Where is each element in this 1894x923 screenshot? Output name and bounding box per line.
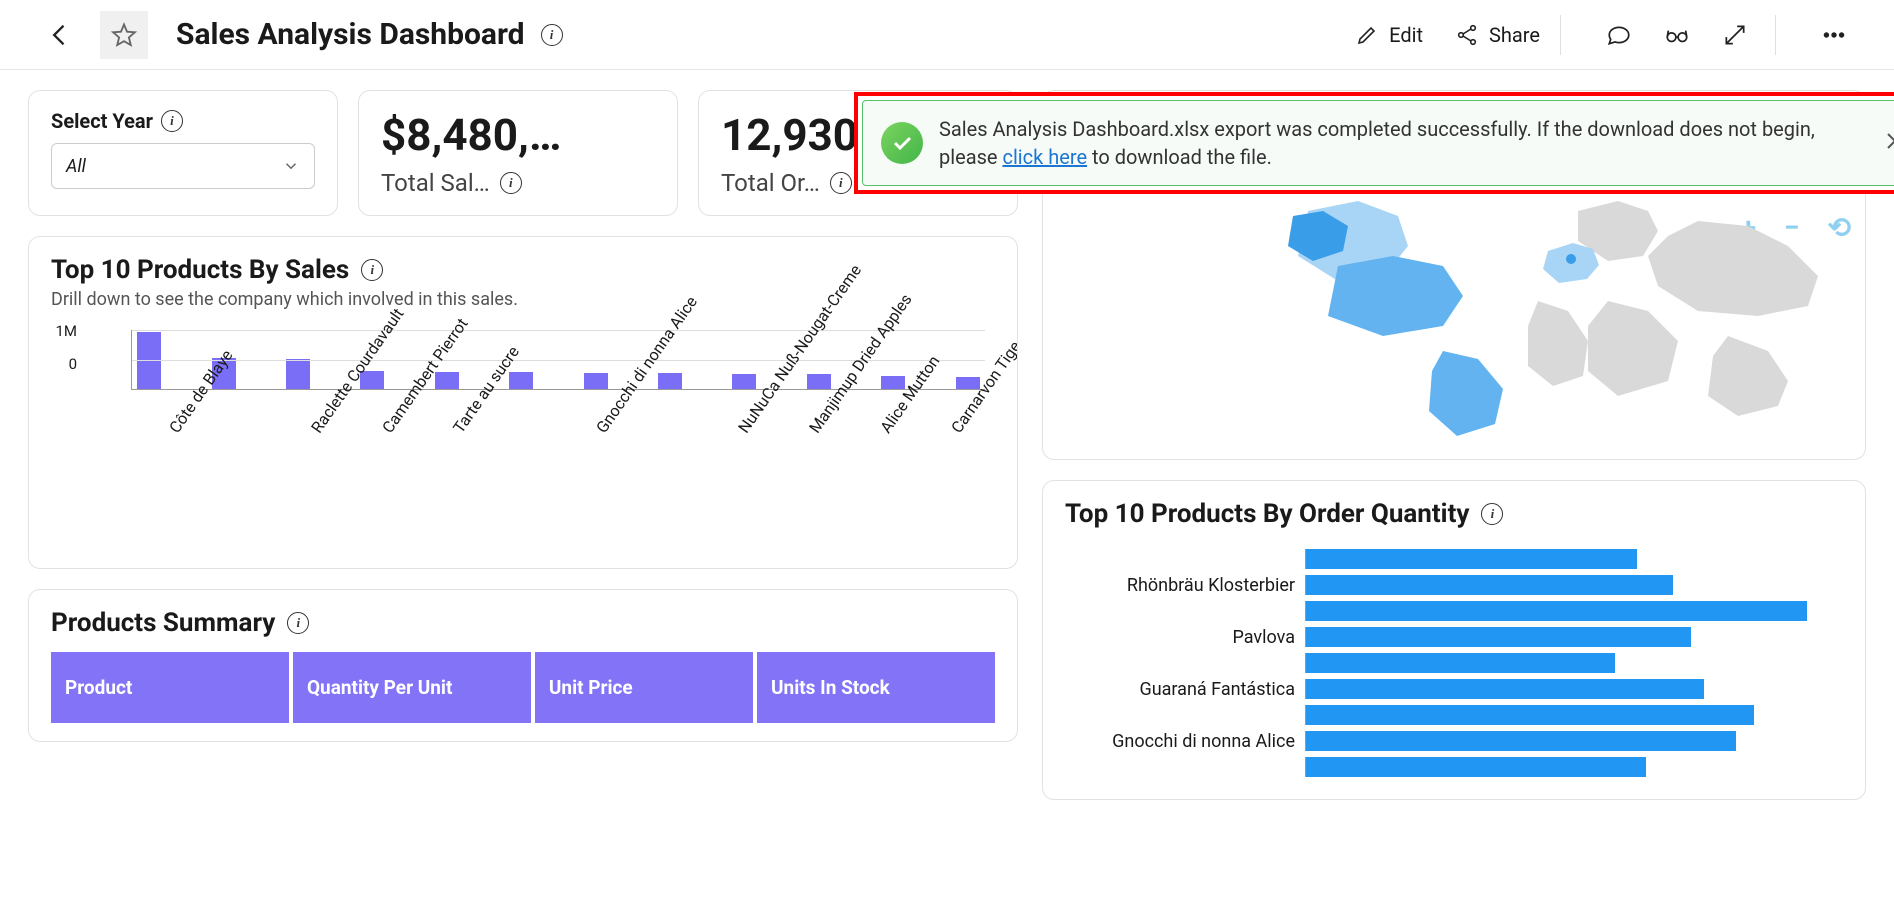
hbar[interactable]	[1306, 757, 1646, 777]
card-title: Top 10 Products By Sales	[51, 255, 349, 285]
xlabel: NuNuCa Nuß-Nougat-Creme	[734, 406, 763, 437]
xlabel: Côte de Blaye	[165, 406, 194, 437]
comment-button[interactable]	[1599, 15, 1639, 55]
info-icon[interactable]: i	[287, 612, 309, 634]
bar[interactable]	[286, 359, 310, 389]
card-subtitle: Drill down to see the company which invo…	[51, 289, 995, 310]
xlabel: Camembert Pierrot	[378, 406, 407, 437]
info-icon[interactable]: i	[541, 24, 563, 46]
success-icon	[881, 122, 923, 164]
hbar[interactable]	[1306, 601, 1807, 621]
xlabel: Alice Mutton	[876, 406, 905, 437]
info-icon[interactable]: i	[500, 172, 522, 194]
download-link[interactable]: click here	[1002, 145, 1087, 169]
edit-button[interactable]: Edit	[1355, 23, 1423, 47]
kpi-label: Total Or…	[721, 169, 820, 197]
share-button[interactable]: Share	[1455, 23, 1540, 47]
ytick: 1M	[37, 322, 77, 340]
hlabel: Guaraná Fantástica	[1065, 679, 1305, 700]
info-icon[interactable]: i	[1481, 503, 1503, 525]
more-button[interactable]	[1814, 15, 1854, 55]
card-title: Top 10 Products By Order Quantity	[1065, 499, 1469, 529]
top-products-qty-card: Top 10 Products By Order Quantity i Rhön…	[1042, 480, 1866, 800]
hbar[interactable]	[1306, 731, 1736, 751]
table-header[interactable]: Units In Stock	[757, 652, 995, 723]
hbar[interactable]	[1306, 627, 1691, 647]
xlabel: Manjimup Dried Apples	[805, 406, 834, 437]
bar[interactable]	[807, 374, 831, 389]
year-select[interactable]: All	[51, 143, 315, 189]
info-icon[interactable]: i	[161, 110, 183, 132]
notification-text: Sales Analysis Dashboard.xlsx export was…	[939, 115, 1867, 171]
card-title: Products Summary	[51, 608, 275, 638]
export-notification: Sales Analysis Dashboard.xlsx export was…	[862, 100, 1894, 186]
xlabel: Carnarvon Tige	[948, 406, 977, 437]
topbar: Sales Analysis Dashboard i Edit Share	[0, 0, 1894, 70]
xlabel: Tarte au sucre	[449, 406, 478, 437]
bar[interactable]	[509, 372, 533, 389]
top-products-qty-chart[interactable]: Rhönbräu Klosterbier Pavlova Guaraná Fantá…	[1065, 547, 1843, 779]
edit-label: Edit	[1389, 23, 1423, 47]
glasses-button[interactable]	[1657, 15, 1697, 55]
bar[interactable]	[584, 373, 608, 390]
bar[interactable]	[658, 373, 682, 389]
kpi-value: $8,480,…	[381, 109, 655, 161]
world-map-icon[interactable]	[1268, 181, 1828, 451]
hlabel: Rhönbräu Klosterbier	[1065, 575, 1305, 596]
map-reset[interactable]: ⟲	[1828, 211, 1851, 244]
hbar[interactable]	[1306, 575, 1673, 595]
back-button[interactable]	[40, 15, 80, 55]
table-header[interactable]: Product	[51, 652, 289, 723]
hbar[interactable]	[1306, 679, 1704, 699]
filter-card: Select Year i All	[28, 90, 338, 216]
ytick: 0	[37, 355, 77, 373]
fullscreen-button[interactable]	[1715, 15, 1755, 55]
bar[interactable]	[435, 372, 459, 389]
xlabel: Gnocchi di nonna Alice	[592, 406, 621, 437]
products-summary-card: Products Summary i ProductQuantity Per U…	[28, 589, 1018, 742]
xlabel	[521, 406, 550, 437]
page-title: Sales Analysis Dashboard	[176, 17, 525, 52]
year-value: All	[66, 156, 86, 177]
info-icon[interactable]: i	[361, 259, 383, 281]
close-button[interactable]	[1883, 129, 1894, 157]
hbar[interactable]	[1306, 549, 1637, 569]
filter-label: Select Year	[51, 109, 153, 133]
top-products-sales-chart[interactable]: 1M 0 Côte de BlayeRaclette CourdavaultCa…	[51, 330, 995, 550]
chevron-down-icon	[282, 157, 300, 175]
bar[interactable]	[732, 374, 756, 389]
xlabel	[236, 406, 265, 437]
top-products-sales-card: Top 10 Products By Sales i Drill down to…	[28, 236, 1018, 569]
table-header[interactable]: Quantity Per Unit	[293, 652, 531, 723]
favorite-button[interactable]	[100, 11, 148, 59]
xlabel: Raclette Courdavault	[307, 406, 336, 437]
xlabel	[663, 406, 692, 437]
hbar[interactable]	[1306, 705, 1754, 725]
share-label: Share	[1489, 23, 1540, 47]
hlabel: Pavlova	[1065, 627, 1305, 648]
info-icon[interactable]: i	[830, 172, 852, 194]
hbar[interactable]	[1306, 653, 1615, 673]
table-header[interactable]: Unit Price	[535, 652, 753, 723]
kpi-label: Total Sal…	[381, 169, 490, 197]
notification-highlight: Sales Analysis Dashboard.xlsx export was…	[854, 92, 1894, 194]
hlabel: Gnocchi di nonna Alice	[1065, 731, 1305, 752]
kpi-total-sales: $8,480,… Total Sal… i	[358, 90, 678, 216]
